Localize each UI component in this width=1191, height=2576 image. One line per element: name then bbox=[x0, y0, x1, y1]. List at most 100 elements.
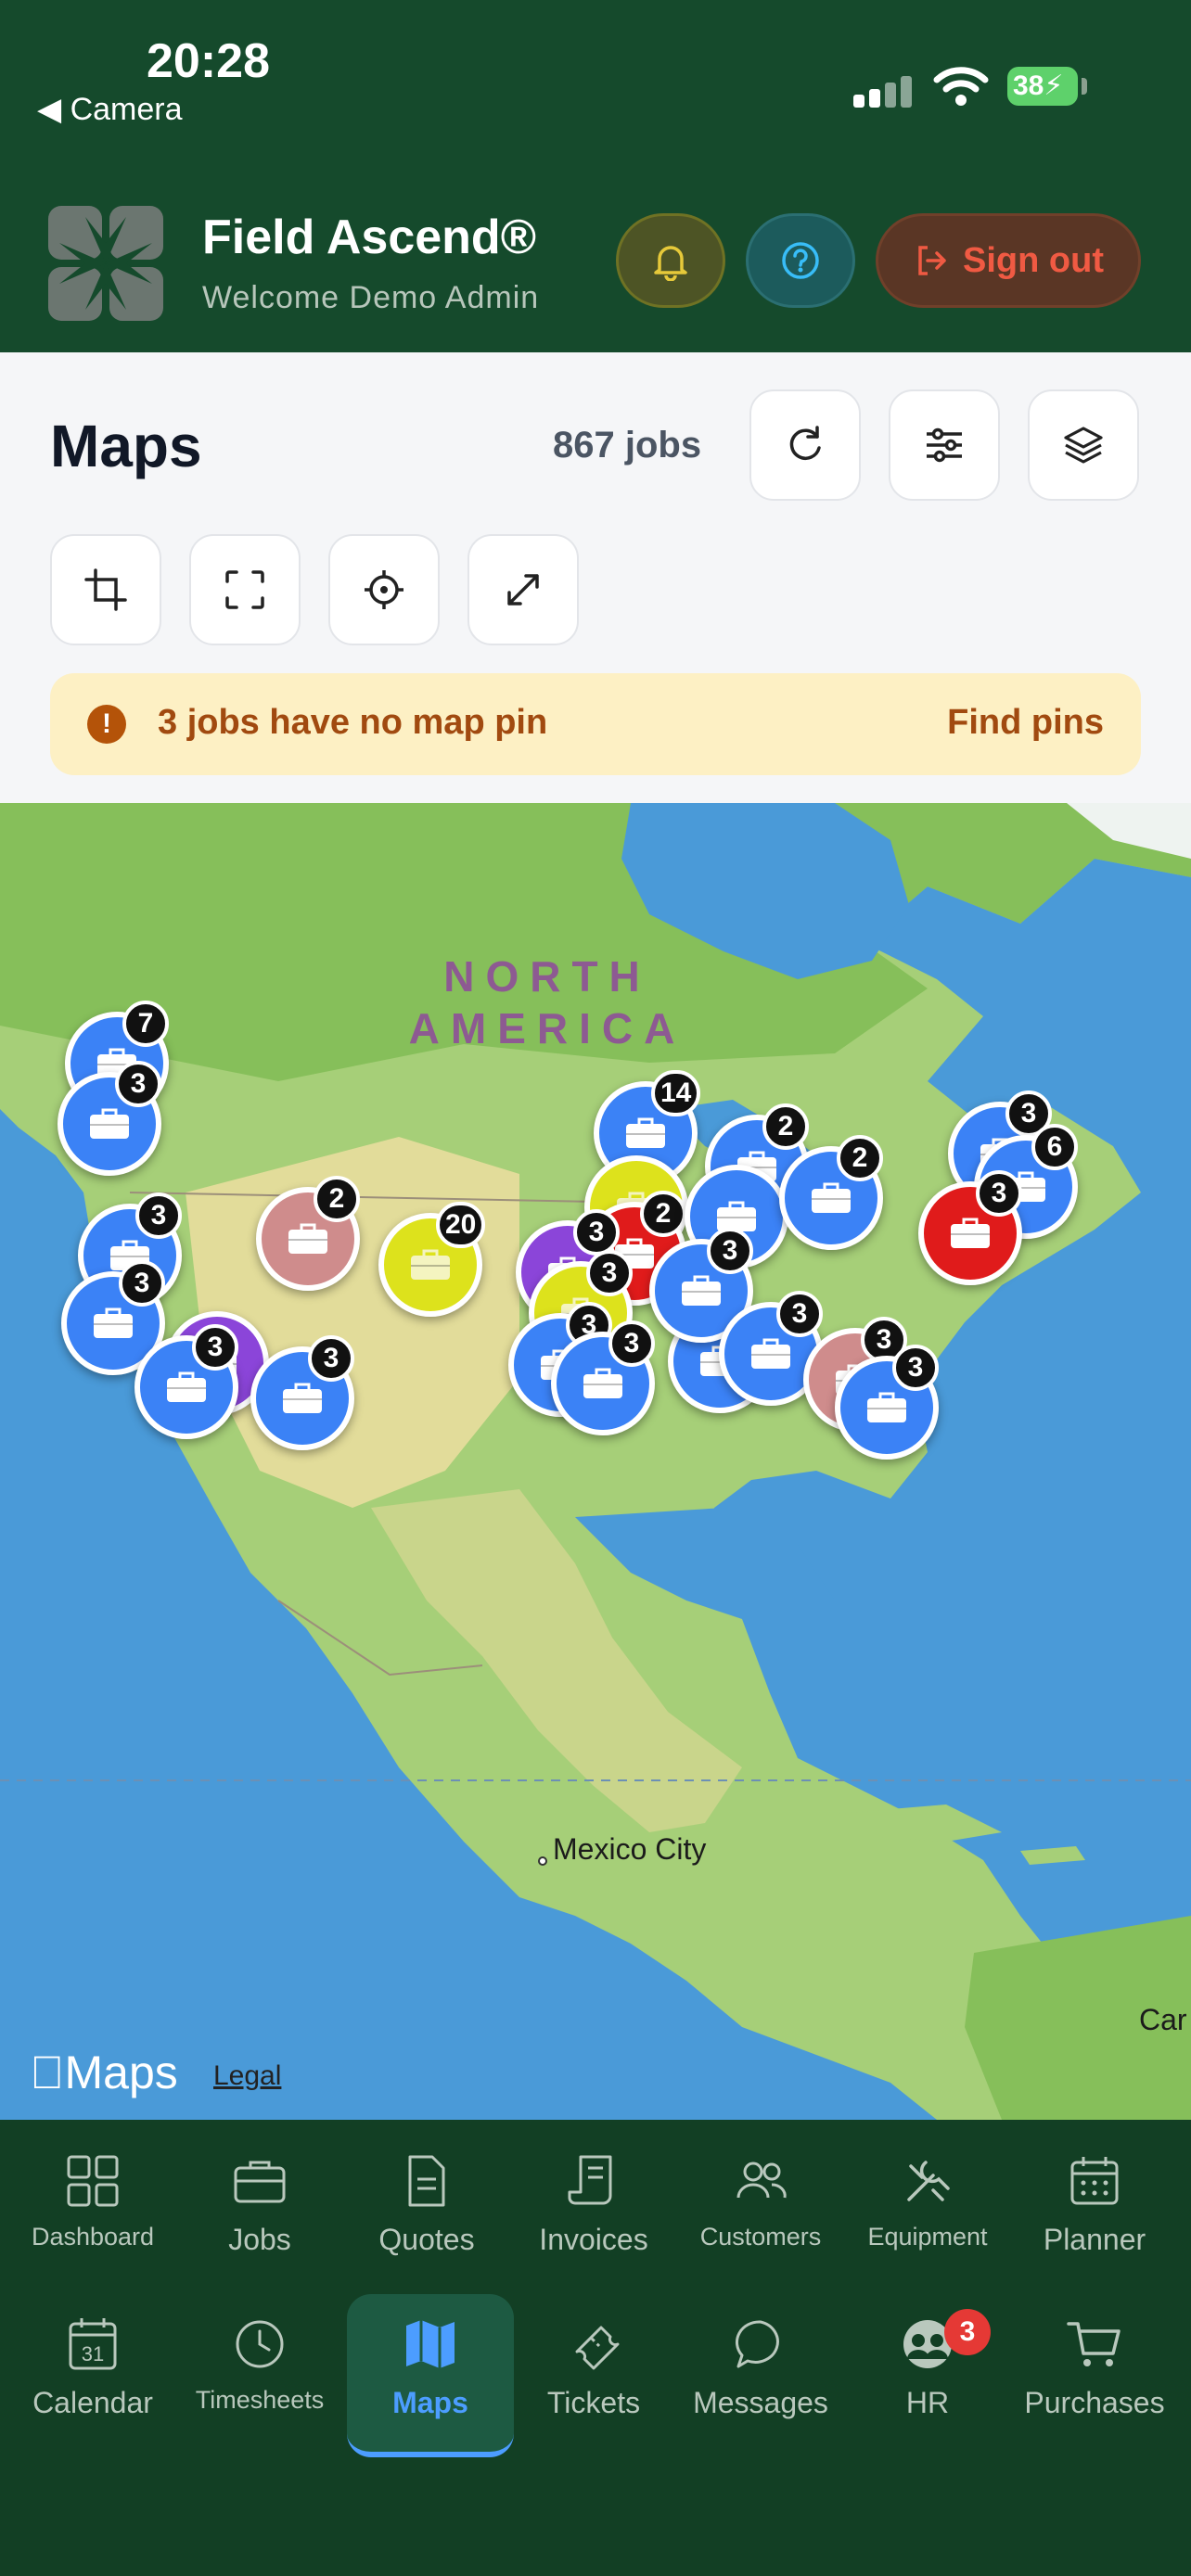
nav-equipment[interactable]: Equipment bbox=[844, 2151, 1011, 2290]
cluster-count-badge: 3 bbox=[192, 1324, 238, 1371]
apple-logo-icon:  bbox=[30, 2047, 65, 2098]
cluster-count-badge: 20 bbox=[436, 1202, 486, 1248]
nav-calendar[interactable]: 31 Calendar bbox=[9, 2315, 176, 2454]
shopping-cart-icon bbox=[1067, 2322, 1121, 2366]
nav-label: Messages bbox=[693, 2386, 828, 2419]
nav-purchases[interactable]: Purchases bbox=[1011, 2315, 1178, 2454]
cluster-count-badge: 7 bbox=[122, 1001, 169, 1047]
chat-bubble-icon bbox=[735, 2320, 779, 2368]
nav-maps[interactable]: Maps bbox=[347, 2294, 514, 2457]
nav-tickets[interactable]: Tickets bbox=[510, 2315, 677, 2454]
job-cluster-pin[interactable]: 3 bbox=[58, 1061, 161, 1176]
attribution-text: Maps bbox=[30, 2047, 178, 2098]
back-to-camera-link[interactable]: ◀ Camera bbox=[37, 91, 183, 128]
job-cluster-pin[interactable]: 3 bbox=[551, 1320, 655, 1435]
cluster-count-badge: 14 bbox=[651, 1070, 701, 1116]
cluster-count-badge: 3 bbox=[776, 1291, 823, 1337]
sign-out-button[interactable]: Sign out bbox=[876, 213, 1141, 308]
notifications-button[interactable] bbox=[616, 213, 725, 308]
cluster-count-badge: 3 bbox=[707, 1228, 753, 1274]
nav-jobs[interactable]: Jobs bbox=[176, 2151, 343, 2290]
nav-label: HR bbox=[905, 2386, 950, 2419]
expand-icon bbox=[507, 574, 539, 606]
region-label-america: AMERICA bbox=[408, 1004, 686, 1052]
svg-text:31: 31 bbox=[82, 2342, 104, 2366]
apple-maps-attribution: Maps bbox=[30, 2046, 178, 2099]
nav-label: Tickets bbox=[546, 2386, 641, 2419]
map-icon bbox=[406, 2320, 455, 2368]
job-cluster-pin[interactable]: 20 bbox=[378, 1202, 486, 1317]
cluster-count-badge: 3 bbox=[573, 1209, 620, 1256]
cellular-signal-icon bbox=[853, 74, 913, 108]
nav-timesheets[interactable]: Timesheets bbox=[176, 2315, 343, 2454]
briefcase-icon bbox=[288, 1223, 327, 1254]
crop-button[interactable] bbox=[50, 534, 161, 645]
briefcase-icon bbox=[682, 1275, 721, 1306]
users-icon bbox=[736, 2162, 787, 2199]
briefcase-icon bbox=[411, 1249, 450, 1280]
fit-bounds-button[interactable] bbox=[189, 534, 301, 645]
crop-icon bbox=[84, 568, 127, 611]
briefcase-icon bbox=[583, 1368, 622, 1398]
receipt-icon bbox=[568, 2155, 612, 2205]
battery-level: 38 bbox=[1013, 70, 1044, 101]
find-pins-button[interactable]: Find pins bbox=[947, 703, 1104, 743]
help-icon bbox=[782, 242, 819, 279]
clock-icon bbox=[236, 2320, 284, 2368]
cluster-count-badge: 3 bbox=[608, 1320, 655, 1367]
nav-label: Maps bbox=[392, 2386, 468, 2419]
job-cluster-pin[interactable]: 3 bbox=[134, 1324, 238, 1439]
nav-planner[interactable]: Planner bbox=[1011, 2151, 1178, 2290]
cluster-count-badge: 3 bbox=[892, 1345, 939, 1391]
warning-icon: ! bbox=[87, 705, 126, 744]
back-label: Camera bbox=[70, 92, 183, 127]
city-marker bbox=[538, 1856, 547, 1866]
welcome-text: Welcome Demo Admin bbox=[202, 280, 540, 315]
nav-dashboard[interactable]: Dashboard bbox=[9, 2151, 176, 2290]
job-cluster-pin[interactable]: 3 bbox=[918, 1170, 1022, 1285]
cluster-count-badge: 3 bbox=[119, 1260, 165, 1307]
refresh-button[interactable] bbox=[749, 389, 861, 501]
nav-label: Planner bbox=[1043, 2223, 1146, 2256]
nav-messages[interactable]: Messages bbox=[677, 2315, 844, 2454]
nav-quotes[interactable]: Quotes bbox=[343, 2151, 510, 2290]
briefcase-icon bbox=[751, 1338, 790, 1369]
layers-button[interactable] bbox=[1028, 389, 1139, 501]
briefcase-icon bbox=[90, 1108, 129, 1139]
briefcase-icon bbox=[717, 1201, 756, 1231]
filter-button[interactable] bbox=[889, 389, 1000, 501]
job-cluster-pin[interactable]: 3 bbox=[835, 1345, 939, 1460]
briefcase-icon bbox=[167, 1371, 206, 1402]
job-cluster-pin[interactable]: 2 bbox=[779, 1135, 883, 1250]
nav-label: Dashboard bbox=[31, 2223, 155, 2251]
dashboard-grid-icon bbox=[67, 2155, 119, 2207]
calendar-grid-icon bbox=[1070, 2157, 1119, 2205]
locate-me-button[interactable] bbox=[328, 534, 440, 645]
nav-label: Quotes bbox=[378, 2223, 475, 2256]
nav-hr[interactable]: 3 HR bbox=[844, 2309, 1011, 2454]
bottom-navigation: Dashboard Jobs Quotes Invoices Customers… bbox=[0, 2120, 1191, 2576]
cluster-count-badge: 2 bbox=[837, 1135, 883, 1181]
cluster-count-badge: 3 bbox=[976, 1170, 1022, 1217]
ticket-icon bbox=[575, 2326, 620, 2370]
battery-icon: 38⚡ bbox=[1007, 67, 1078, 106]
cluster-count-badge: 3 bbox=[586, 1250, 633, 1296]
nav-label: Calendar bbox=[32, 2386, 153, 2419]
briefcase-icon bbox=[283, 1383, 322, 1413]
briefcase-icon bbox=[234, 2161, 286, 2203]
crosshair-icon bbox=[365, 570, 403, 609]
help-button[interactable] bbox=[746, 213, 855, 308]
map-view[interactable]: NORTH AMERICA Mexico City Car Maps Lega… bbox=[0, 803, 1191, 2120]
frame-icon bbox=[225, 570, 264, 609]
status-time: 20:28 bbox=[147, 34, 270, 88]
wifi-icon bbox=[933, 67, 989, 106]
briefcase-icon bbox=[94, 1307, 133, 1338]
job-cluster-pin[interactable]: 3 bbox=[250, 1335, 354, 1450]
nav-customers[interactable]: Customers bbox=[677, 2151, 844, 2290]
tools-icon bbox=[907, 2161, 950, 2201]
fullscreen-button[interactable] bbox=[467, 534, 579, 645]
sliders-icon bbox=[927, 427, 962, 463]
legal-link[interactable]: Legal bbox=[213, 2060, 281, 2092]
job-cluster-pin[interactable]: 2 bbox=[256, 1176, 360, 1291]
nav-invoices[interactable]: Invoices bbox=[510, 2151, 677, 2290]
